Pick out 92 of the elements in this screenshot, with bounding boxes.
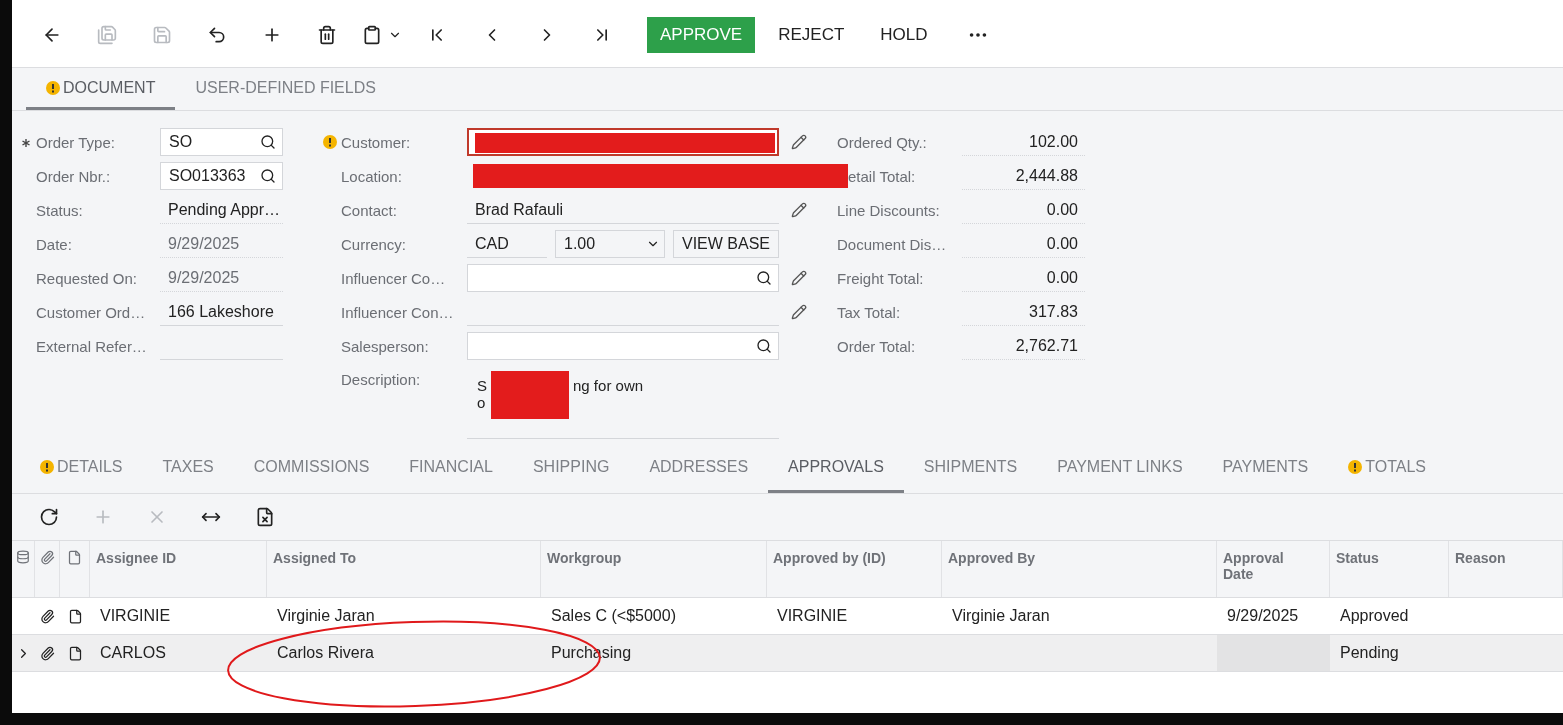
field-label: Date: — [36, 235, 72, 253]
column-header[interactable]: Assignee ID — [96, 550, 177, 566]
description-field[interactable]: S ng for own o — [467, 371, 779, 439]
field-value: 9/29/2025 — [160, 230, 283, 258]
total-label: Ordered Qty.: — [837, 133, 928, 151]
field-label: Customer Ord… — [36, 303, 146, 321]
field-label: Influencer Co… — [341, 269, 446, 287]
column-header[interactable]: Approved By — [948, 550, 1036, 566]
tab[interactable]: USER-DEFINED FIELDS — [175, 68, 396, 110]
column-header[interactable]: Status — [1336, 550, 1379, 566]
total-value: 2,762.71 — [962, 332, 1085, 360]
paperclip-icon[interactable] — [40, 608, 55, 624]
search-icon[interactable] — [260, 168, 276, 184]
tab[interactable]: TAXES — [142, 443, 234, 493]
action-button[interactable]: APPROVE — [647, 16, 756, 53]
field-value: 9/29/2025 — [160, 264, 283, 292]
total-value: 2,444.88 — [962, 162, 1085, 190]
tab[interactable]: DOCUMENT — [26, 68, 176, 110]
customer-field[interactable] — [467, 128, 779, 156]
search-icon[interactable] — [756, 338, 772, 354]
edit-icon[interactable] — [791, 134, 807, 150]
total-label: Order Total: — [837, 337, 917, 355]
tab[interactable]: APPROVALS — [768, 443, 904, 493]
field-label: Description: — [341, 371, 421, 388]
table-cell-text: VIRGINIE — [776, 606, 849, 626]
paperclip-icon[interactable] — [40, 645, 55, 661]
tab[interactable]: PAYMENTS — [1202, 443, 1329, 493]
tab[interactable]: FINANCIAL — [389, 443, 513, 493]
text-field[interactable]: 166 Lakeshore — [160, 298, 283, 326]
total-label: Line Discounts: — [837, 201, 941, 219]
total-label: etail Total: — [847, 167, 917, 185]
search-icon[interactable] — [756, 270, 772, 286]
edit-icon[interactable] — [791, 270, 807, 286]
tab[interactable]: PAYMENT LINKS — [1037, 443, 1203, 493]
view-base-button[interactable]: VIEW BASE — [672, 230, 779, 258]
tab[interactable]: SHIPMENTS — [903, 443, 1038, 493]
field-value: Pending Appr… — [160, 196, 283, 224]
field-label: Customer: — [341, 133, 411, 151]
field-label: Contact: — [341, 201, 397, 219]
tab[interactable]: DETAILS — [20, 443, 143, 493]
action-button[interactable]: HOLD — [867, 16, 941, 53]
field-label: External Refer… — [36, 337, 147, 355]
total-value: 317.83 — [962, 298, 1085, 326]
lookup-field[interactable] — [467, 264, 779, 292]
rate-select[interactable]: 1.00 — [555, 230, 665, 258]
table-cell-text: Sales C (<$5000) — [550, 606, 677, 626]
column-header[interactable]: Assigned To — [273, 550, 356, 566]
text-field[interactable]: Brad Rafauli — [467, 196, 779, 224]
table-cell-text: VIRGINIE — [99, 606, 172, 626]
tab[interactable]: SHIPPING — [512, 443, 630, 493]
total-label: Freight Total: — [837, 269, 925, 287]
table-cell-text: 9/29/2025 — [1226, 606, 1300, 626]
field-label: Order Nbr.: — [36, 167, 111, 185]
column-header[interactable]: Approval Date — [1223, 550, 1293, 582]
field-label: Status: — [36, 201, 83, 219]
field-label: Influencer Con… — [341, 303, 454, 321]
total-value: 0.00 — [962, 264, 1085, 292]
tab[interactable]: COMMISSIONS — [233, 443, 390, 493]
file-icon — [67, 550, 82, 565]
lookup-field[interactable] — [467, 332, 779, 360]
tab[interactable]: TOTALS — [1328, 443, 1446, 493]
file-icon[interactable] — [67, 608, 83, 624]
total-value: 0.00 — [962, 230, 1085, 258]
lookup-field[interactable]: SO — [160, 128, 283, 156]
table-cell-text: Virginie Jaran — [951, 606, 1051, 626]
search-icon[interactable] — [260, 134, 276, 150]
table-cell-text: Carlos Rivera — [276, 643, 375, 663]
action-button[interactable]: REJECT — [765, 16, 858, 53]
field-label: Location: — [341, 167, 402, 185]
column-header[interactable]: Workgroup — [547, 550, 622, 566]
edit-icon[interactable] — [791, 202, 807, 218]
paperclip-icon — [39, 550, 55, 565]
field-label: Order Type: — [36, 133, 115, 151]
currency-field[interactable]: CAD — [467, 230, 547, 258]
table-cell-text: Virginie Jaran — [276, 606, 376, 626]
edit-icon[interactable] — [791, 304, 807, 320]
field-label: Requested On: — [36, 269, 137, 287]
table-row[interactable]: VIRGINIE Virginie Jaran Sales C (<$5000) VIRGINIE Virginie Jaran 9/29/2025 Approved — [12, 598, 1563, 635]
file-icon[interactable] — [67, 645, 83, 661]
table-cell-text: Pending — [1339, 643, 1400, 663]
field-label: Salesperson: — [341, 337, 429, 355]
table-cell-text: CARLOS — [99, 643, 167, 663]
total-label: Tax Total: — [837, 303, 902, 321]
tab[interactable]: ADDRESSES — [629, 443, 769, 493]
total-label: Document Dis… — [837, 235, 948, 253]
column-header[interactable]: Reason — [1455, 550, 1506, 566]
total-value: 102.00 — [962, 128, 1085, 156]
table-cell-text: Approved — [1339, 606, 1410, 626]
lookup-field[interactable]: SO013363 — [160, 162, 283, 190]
field-label: Currency: — [341, 235, 407, 253]
column-header[interactable]: Approved by (ID) — [773, 550, 886, 566]
total-value: 0.00 — [962, 196, 1085, 224]
